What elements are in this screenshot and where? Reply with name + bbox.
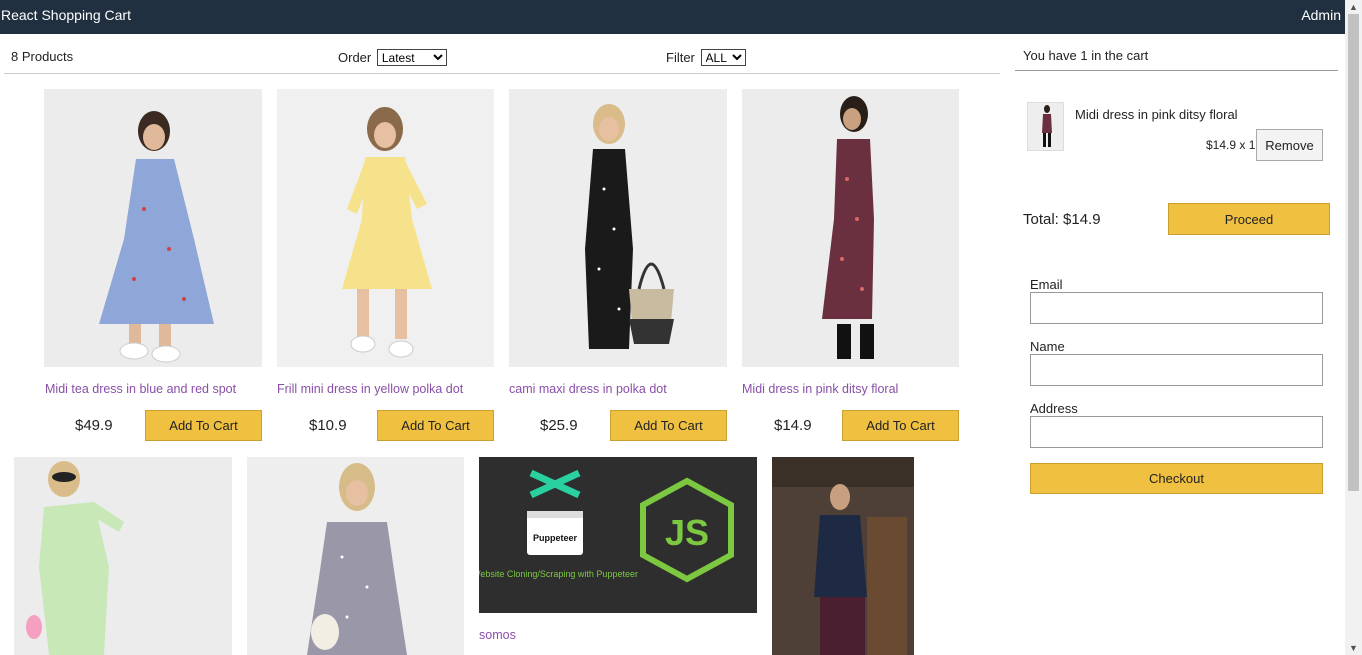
brand-link[interactable]: React Shopping Cart bbox=[1, 7, 131, 23]
name-label: Name bbox=[1030, 339, 1065, 354]
order-select[interactable]: Latest bbox=[376, 49, 447, 66]
add-to-cart-button[interactable]: Add To Cart bbox=[145, 410, 262, 441]
product-image[interactable] bbox=[247, 457, 464, 655]
product-title-link[interactable]: Frill mini dress in yellow polka dot bbox=[277, 382, 463, 396]
product-image[interactable] bbox=[44, 89, 262, 367]
filter-select[interactable]: ALL bbox=[700, 49, 746, 66]
product-title-link[interactable]: Midi dress in pink ditsy floral bbox=[742, 382, 898, 396]
remove-button[interactable]: Remove bbox=[1256, 129, 1323, 161]
admin-link[interactable]: Admin bbox=[1301, 7, 1341, 23]
product-card: Puppeteer Website Cloning/Scraping with … bbox=[479, 457, 757, 642]
product-title-link[interactable]: Midi tea dress in blue and red spot bbox=[45, 382, 236, 396]
product-title-link[interactable]: cami maxi dress in polka dot bbox=[509, 382, 667, 396]
product-card: Midi tea dress in blue and red spot $49.… bbox=[44, 89, 262, 441]
proceed-button[interactable]: Proceed bbox=[1168, 203, 1330, 235]
cart-total: Total: $14.9 bbox=[1023, 211, 1101, 228]
filter-control: Filter ALL bbox=[666, 49, 746, 66]
product-price: $14.9 bbox=[774, 417, 812, 434]
product-price: $25.9 bbox=[540, 417, 578, 434]
cart-item-image bbox=[1027, 102, 1064, 151]
product-image[interactable] bbox=[277, 89, 494, 367]
address-field[interactable] bbox=[1030, 416, 1323, 448]
image-caption: Website Cloning/Scraping with Puppeteer bbox=[479, 569, 638, 579]
product-image[interactable] bbox=[742, 89, 959, 367]
product-image[interactable] bbox=[14, 457, 232, 655]
product-card bbox=[14, 457, 232, 655]
name-field[interactable] bbox=[1030, 354, 1323, 386]
filter-bar: 8 Products Order Latest Filter ALL bbox=[4, 41, 1000, 74]
product-title-link[interactable]: somos bbox=[479, 628, 516, 642]
product-image[interactable] bbox=[509, 89, 727, 367]
filter-label: Filter bbox=[666, 50, 695, 65]
product-price: $10.9 bbox=[309, 417, 347, 434]
product-card: cami maxi dress in polka dot $25.9 Add T… bbox=[509, 89, 727, 441]
add-to-cart-button[interactable]: Add To Cart bbox=[842, 410, 959, 441]
add-to-cart-button[interactable]: Add To Cart bbox=[610, 410, 727, 441]
email-field[interactable] bbox=[1030, 292, 1323, 324]
product-card: Frill mini dress in yellow polka dot $10… bbox=[277, 89, 494, 441]
page-scrollbar[interactable]: ▲ ▼ bbox=[1345, 0, 1362, 655]
cart-item-name: Midi dress in pink ditsy floral bbox=[1075, 107, 1238, 122]
puppeteer-logo-text: Puppeteer bbox=[533, 533, 578, 543]
scroll-down-icon[interactable]: ▼ bbox=[1345, 641, 1362, 655]
top-nav: React Shopping Cart Admin bbox=[0, 0, 1345, 34]
scroll-up-icon[interactable]: ▲ bbox=[1345, 0, 1362, 14]
product-image[interactable]: Puppeteer Website Cloning/Scraping with … bbox=[479, 457, 757, 613]
cart-panel: You have 1 in the cart Midi dress in pin… bbox=[1015, 41, 1338, 494]
email-label: Email bbox=[1030, 277, 1063, 292]
cart-item-qty: $14.9 x 1 bbox=[1206, 138, 1256, 152]
cart-header: You have 1 in the cart bbox=[1015, 41, 1338, 71]
product-card bbox=[247, 457, 464, 655]
product-price: $49.9 bbox=[75, 417, 113, 434]
product-count: 8 Products bbox=[11, 49, 74, 64]
add-to-cart-button[interactable]: Add To Cart bbox=[377, 410, 494, 441]
nodejs-badge: JS bbox=[665, 512, 709, 553]
product-card bbox=[772, 457, 914, 655]
product-image[interactable] bbox=[772, 457, 914, 655]
address-label: Address bbox=[1030, 401, 1078, 416]
order-control: Order Latest bbox=[338, 49, 447, 66]
product-card: Midi dress in pink ditsy floral $14.9 Ad… bbox=[742, 89, 959, 441]
scrollbar-thumb[interactable] bbox=[1348, 14, 1359, 491]
order-label: Order bbox=[338, 50, 372, 65]
checkout-button[interactable]: Checkout bbox=[1030, 463, 1323, 494]
